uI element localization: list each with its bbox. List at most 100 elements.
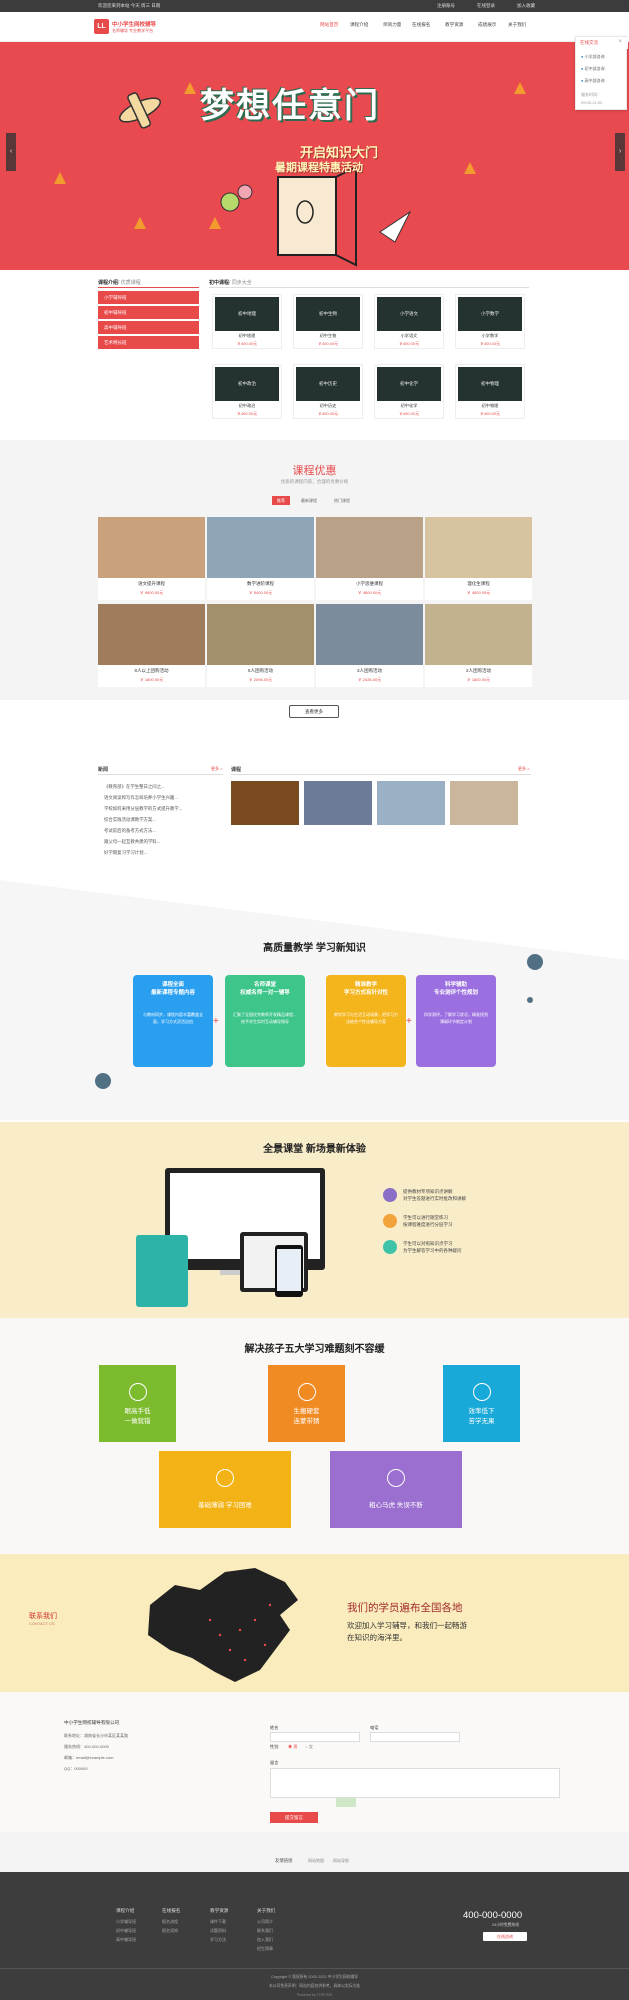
side-item-art[interactable]: 艺术特长班 (98, 336, 199, 349)
favorite-link[interactable]: 加入收藏 (517, 3, 535, 9)
promo-card[interactable]: 小学思维课程 ￥ 4800.00元 (316, 517, 423, 600)
footer-link[interactable]: 加入我们 (257, 1937, 273, 1943)
nav-about[interactable]: 关于我们 (508, 22, 526, 28)
news-item[interactable]: 《教育部》在学生整日之间之... (104, 784, 165, 790)
promo-card[interactable]: 理化生课程 ￥ 4800.00元 (425, 517, 532, 600)
problem-tag[interactable]: 效率低下 苦学无果 (443, 1365, 520, 1442)
news-more-link[interactable]: 更多 > (211, 766, 222, 772)
news-item[interactable]: 好学期复习学习计划... (104, 850, 147, 856)
close-icon[interactable]: × (618, 39, 622, 45)
news-item[interactable]: 综合实践活动课教学方案... (104, 817, 156, 823)
promo-name: 2人团购活动 (465, 668, 491, 673)
logo-mark: LL (94, 19, 109, 34)
course-name: 小学数学 (481, 333, 499, 338)
problem-tag[interactable]: 生搬硬套 连蒙带猜 (268, 1365, 345, 1442)
nav-teachers[interactable]: 师资力量 (383, 22, 401, 28)
footer-link[interactable]: 课件下载 (210, 1919, 226, 1925)
tel-input[interactable] (370, 1732, 460, 1742)
more-courses-button[interactable]: 查看更多 (289, 705, 339, 718)
puzzle-icon (298, 1383, 316, 1401)
news-item[interactable]: 跟父母一起互教共建的学科... (104, 839, 160, 845)
friend-link[interactable]: 网站地图 (308, 1858, 324, 1864)
captcha-image[interactable] (336, 1798, 356, 1807)
problem-tag[interactable]: 粗心马虎 失误不断 (330, 1451, 462, 1528)
promo-card[interactable]: 语文提升课程 ￥ 9600.00元 (98, 517, 205, 600)
divider (231, 774, 531, 775)
company-phone: 服务热线：400-000-0000 (64, 1744, 109, 1749)
chat-item-middle[interactable]: ● 初中部咨询 (581, 66, 605, 72)
tab-recommended[interactable]: 推荐 (272, 496, 290, 505)
notebook-icon (136, 1235, 188, 1307)
news-item[interactable]: 考试前后的备考方式方法... (104, 828, 156, 834)
nav-results[interactable]: 成绩展示 (478, 22, 496, 28)
name-input[interactable] (270, 1732, 360, 1742)
feature-card[interactable]: 名师课堂 权威名师一对一辅导 汇聚了全国优秀教师开发精品课程，给予学生实时互动辅… (225, 975, 305, 1067)
nav-home[interactable]: 网站首页 (320, 22, 338, 28)
footer-link[interactable]: 学习方法 (210, 1937, 226, 1943)
gender-female-radio[interactable]: ○ 女 (305, 1744, 313, 1750)
footer-link[interactable]: 试题资料 (210, 1928, 226, 1934)
footer-link[interactable]: 联系我们 (257, 1928, 273, 1934)
footer-link[interactable]: 报名流程 (162, 1919, 178, 1925)
promo-card[interactable]: 8人以上团购活动 ￥ 1800.00元 (98, 604, 205, 687)
hero-banner: 梦想任意门 开启知识大门 暑期课程特惠活动 (0, 42, 629, 270)
photo-thumb[interactable] (304, 781, 372, 825)
banner-prev-button[interactable]: ‹ (6, 133, 16, 171)
feature-card[interactable]: 科学辅助 专业测评个性规划 科学测评，了解学习状况，精准找到薄弱环节制定计划 (416, 975, 496, 1067)
course-card[interactable]: 小学语文 小学语文 ￥400.00元 (374, 294, 444, 349)
photo-thumb[interactable] (231, 781, 299, 825)
news-item[interactable]: 学校如何采用分层教学的方式提升教学... (104, 806, 182, 812)
register-link[interactable]: 注册账号 (437, 3, 455, 9)
course-card[interactable]: 小学数学 小学数学 ￥400.00元 (455, 294, 525, 349)
plus-icon: + (213, 1016, 219, 1027)
course-card[interactable]: 初中历史 初中历史 ￥400.00元 (293, 364, 363, 419)
problem-tag[interactable]: 基础薄弱 学习困难 (159, 1451, 291, 1528)
news-item[interactable]: 语文阅读和写作怎样培养小学生兴趣... (104, 795, 178, 801)
course-card[interactable]: 初中政治 初中政治 ￥400.00元 (212, 364, 282, 419)
side-item-primary[interactable]: 小学辅导班 (98, 291, 199, 304)
feature-card[interactable]: 课程全面 最新课程专题内容 与教材同步，课程内容丰富覆盖全面，学习方式灵活自由 (133, 975, 213, 1067)
footer-link[interactable]: 高中辅导班 (116, 1937, 136, 1943)
message-textarea[interactable] (270, 1768, 560, 1798)
tab-hot[interactable]: 热门课程 (328, 496, 356, 505)
footer-link[interactable]: 公司简介 (257, 1919, 273, 1925)
footer-consult-button[interactable]: 在线咨询 (483, 1932, 527, 1941)
tab-latest[interactable]: 最新课程 (295, 496, 323, 505)
course-card[interactable]: 初中化学 初中化学 ￥400.00元 (374, 364, 444, 419)
side-item-high[interactable]: 高中辅导班 (98, 321, 199, 334)
promo-card[interactable]: 2人团购活动 ￥ 1800.00元 (425, 604, 532, 687)
site-logo[interactable]: LL 中小学生网校辅导 名师辅导 专业教学平台 (94, 16, 174, 38)
promo-card[interactable]: 数学进阶课程 ￥ 5400.00元 (207, 517, 314, 600)
banner-title: 梦想任意门 (200, 87, 380, 125)
course-card[interactable]: 初中地理 初中地理 ￥400.00元 (212, 294, 282, 349)
feature-card-title: 科学辅助 专业测评个性规划 (433, 982, 478, 996)
photos-more-link[interactable]: 更多 > (518, 766, 529, 772)
login-link[interactable]: 在线登录 (477, 3, 495, 9)
side-item-middle[interactable]: 初中辅导班 (98, 306, 199, 319)
photo-thumb[interactable] (377, 781, 445, 825)
promo-card[interactable]: 3人团购活动 ￥ 2436.00元 (316, 604, 423, 687)
contact-heading-en: CONTACT US (29, 1621, 55, 1626)
banner-next-button[interactable]: › (615, 133, 625, 171)
nav-signup[interactable]: 在线报名 (412, 22, 430, 28)
course-card[interactable]: 初中生物 初中生物 ￥400.00元 (293, 294, 363, 349)
footer-link[interactable]: 招生简章 (257, 1946, 273, 1952)
plus-icon: + (406, 1016, 412, 1027)
nav-resources[interactable]: 教学资源 (445, 22, 463, 28)
feature-card[interactable]: 精准教学 学习方式有针对性 教学学习与生活互动场景，把学习方法结合个性化辅导方案 (326, 975, 406, 1067)
nav-courses[interactable]: 课程介绍 (350, 22, 368, 28)
footer-link[interactable]: 初中辅导班 (116, 1928, 136, 1934)
course-card[interactable]: 初中物理 初中物理 ￥400.00元 (455, 364, 525, 419)
gender-male-radio[interactable]: ◉ 男 (288, 1744, 298, 1750)
company-address: 联系地址：湖南省长沙市某区某某路 (64, 1733, 128, 1738)
chat-item-high[interactable]: ● 高中部咨询 (581, 78, 605, 84)
footer-link[interactable]: 小学辅导班 (116, 1919, 136, 1925)
chat-item-primary[interactable]: ● 小学部咨询 (581, 54, 605, 60)
friend-link[interactable]: 网站导航 (333, 1858, 349, 1864)
footer-link[interactable]: 报名须知 (162, 1928, 178, 1934)
promo-image (98, 604, 205, 665)
photo-thumb[interactable] (450, 781, 518, 825)
promo-card[interactable]: 5人团购活动 ￥ 2096.00元 (207, 604, 314, 687)
problem-tag[interactable]: 眼高手低 一做就错 (99, 1365, 176, 1442)
submit-button[interactable]: 提交留言 (270, 1812, 318, 1823)
